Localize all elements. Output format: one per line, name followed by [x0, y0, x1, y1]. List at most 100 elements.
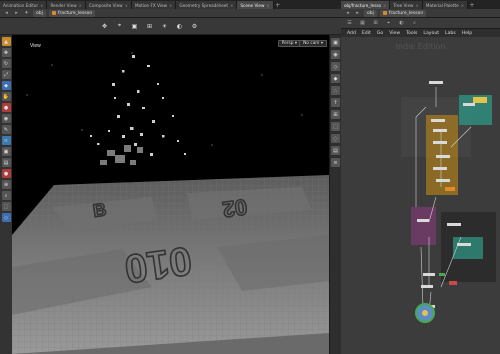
scene-viewport[interactable]: B 02 010 View Persp ▾ No cam ▾ [12, 35, 329, 354]
node-flag[interactable] [449, 281, 457, 285]
snap-icon[interactable]: ⌖ [115, 22, 124, 31]
node[interactable] [433, 129, 447, 132]
shading-icon[interactable]: ◐ [175, 22, 184, 31]
close-icon[interactable]: × [266, 3, 269, 8]
grid-icon[interactable]: ⊞ [145, 22, 154, 31]
tab-motion-fx-view[interactable]: Motion FX View × [131, 1, 177, 9]
move-icon[interactable]: ✥ [1, 48, 11, 57]
camera-icon[interactable]: ▣ [1, 147, 11, 156]
network-editor[interactable]: Indie Edition [341, 37, 500, 354]
network-box-teal[interactable] [453, 237, 483, 259]
menu-edit[interactable]: Edit [362, 31, 371, 36]
add-tab-icon[interactable]: + [274, 1, 282, 9]
tab-composite-view[interactable]: Composite View × [85, 1, 132, 9]
tab-animation-editor[interactable]: Animation Editor × [0, 1, 48, 9]
node-flag[interactable] [439, 273, 445, 276]
menu-view[interactable]: View [389, 31, 400, 36]
persp-menu[interactable]: Persp ▾ [277, 40, 301, 47]
node[interactable] [463, 103, 475, 106]
bounds-icon[interactable]: ⬚ [331, 122, 340, 131]
grid-icon[interactable]: ⊞ [331, 110, 340, 119]
pose-icon[interactable]: ✋ [1, 92, 11, 101]
target-icon[interactable]: ⊕ [1, 180, 11, 189]
wireframe-icon[interactable]: ◇ [331, 62, 340, 71]
close-icon[interactable]: × [415, 3, 418, 8]
network-box-purple[interactable] [411, 207, 436, 245]
node[interactable] [429, 81, 443, 84]
close-icon[interactable]: × [79, 3, 82, 8]
rotate-icon[interactable]: ↻ [1, 59, 11, 68]
node[interactable] [421, 285, 433, 288]
brush-icon[interactable]: ✎ [1, 125, 11, 134]
points-icon[interactable]: ∴ [331, 86, 340, 95]
search-icon[interactable]: ⌕ [411, 20, 418, 27]
tab-render-view[interactable]: Render View × [47, 1, 86, 9]
add-tab-icon[interactable]: + [468, 1, 476, 9]
back-arrow-icon[interactable]: ◂ [3, 10, 10, 17]
breadcrumb-root[interactable]: obj [364, 9, 377, 17]
tab-material-palette[interactable]: Material Palette × [422, 1, 469, 9]
close-icon[interactable]: × [125, 3, 128, 8]
menu-tools[interactable]: Tools [406, 31, 417, 36]
color-icon[interactable]: ◐ [398, 20, 405, 27]
grid-icon[interactable]: ⊞ [372, 20, 379, 27]
menu-labs[interactable]: Labs [445, 31, 456, 36]
forward-arrow-icon[interactable]: ▸ [354, 10, 361, 17]
select-tool-icon[interactable]: ✥ [100, 22, 109, 31]
paint-icon[interactable]: ● [1, 103, 11, 112]
node[interactable] [436, 155, 450, 158]
forward-arrow-icon[interactable]: ▸ [13, 10, 20, 17]
node[interactable] [423, 273, 435, 276]
menu-layout[interactable]: Layout [423, 31, 439, 36]
flipbook-icon[interactable]: ▤ [1, 158, 11, 167]
node[interactable] [436, 179, 450, 182]
node-flag[interactable] [445, 187, 455, 191]
frame-icon[interactable]: ⬚ [1, 202, 11, 211]
layout-icon[interactable]: ▦ [359, 20, 366, 27]
node[interactable] [417, 219, 429, 222]
tab-scene-view[interactable]: Scene View × [237, 1, 274, 9]
camera-icon[interactable]: ▣ [130, 22, 139, 31]
view-icon[interactable]: ◉ [1, 114, 11, 123]
camera-menu[interactable]: No cam ▾ [299, 40, 327, 47]
menu-add[interactable]: Add [347, 31, 356, 36]
node[interactable] [433, 141, 447, 144]
select-icon[interactable]: ▲ [1, 37, 11, 46]
handle-icon[interactable]: ◆ [1, 81, 11, 90]
magnet-icon[interactable]: ∩ [1, 136, 11, 145]
close-icon[interactable]: × [461, 3, 464, 8]
record-icon[interactable]: ● [1, 169, 11, 178]
menu-go[interactable]: Go [377, 31, 383, 36]
tab-tree-view[interactable]: Tree View × [390, 1, 423, 9]
network-menu-icon[interactable]: ☰ [346, 20, 353, 27]
normals-icon[interactable]: ↑ [331, 98, 340, 107]
display-node[interactable] [473, 97, 487, 103]
lock-icon[interactable]: ▣ [331, 38, 340, 47]
tab-network-view[interactable]: obj/fracture_lesso × [341, 1, 391, 9]
pin-icon[interactable]: ✦ [23, 10, 30, 17]
breadcrumb-root[interactable]: obj [33, 9, 46, 17]
close-icon[interactable]: × [169, 3, 172, 8]
breadcrumb-node[interactable]: fracture_lesson [379, 9, 427, 17]
close-icon[interactable]: × [383, 3, 386, 8]
visibility-icon[interactable]: ◉ [331, 50, 340, 59]
scene-icon[interactable]: ◇ [1, 213, 11, 222]
close-icon[interactable]: × [230, 3, 233, 8]
close-icon[interactable]: × [40, 3, 43, 8]
template-icon[interactable]: ▤ [331, 146, 340, 155]
menu-help[interactable]: Help [462, 31, 472, 36]
display-options-icon[interactable]: ⚙ [190, 22, 199, 31]
node[interactable] [431, 119, 445, 122]
snap-icon[interactable]: ⌖ [385, 20, 392, 27]
node[interactable] [447, 223, 461, 226]
ghost-icon[interactable]: ◌ [331, 134, 340, 143]
shaded-icon[interactable]: ◆ [331, 74, 340, 83]
node[interactable] [457, 243, 471, 246]
light-icon[interactable]: ☀ [160, 22, 169, 31]
back-arrow-icon[interactable]: ◂ [344, 10, 351, 17]
tab-geometry-spreadsheet[interactable]: Geometry Spreadsheet × [176, 1, 238, 9]
scale-icon[interactable]: ⤢ [1, 70, 11, 79]
node[interactable] [433, 167, 447, 170]
zoom-icon[interactable]: ⌕ [1, 191, 11, 200]
fog-icon[interactable]: ≋ [331, 158, 340, 167]
